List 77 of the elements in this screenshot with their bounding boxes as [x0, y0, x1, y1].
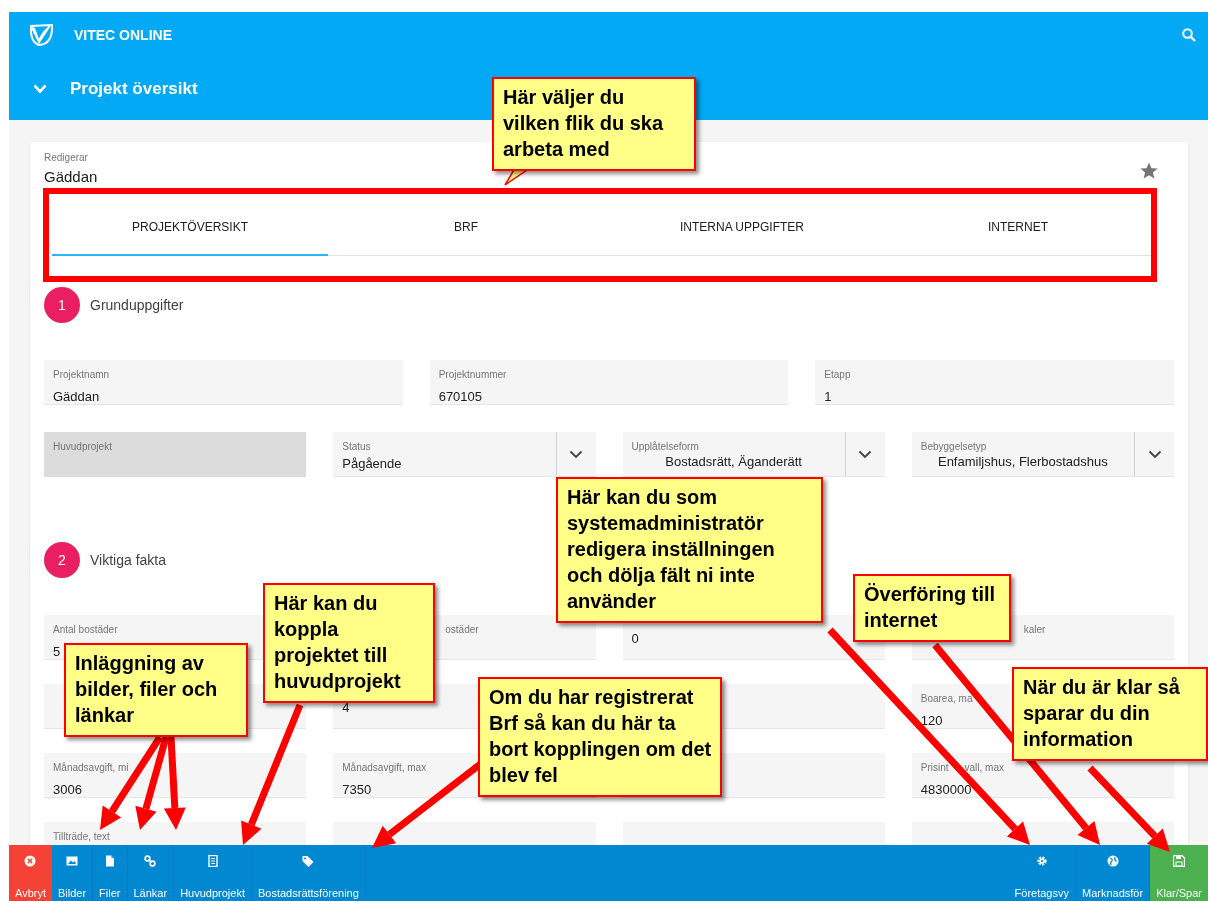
file-icon	[103, 855, 116, 867]
input-field[interactable]: Etapp 1	[815, 360, 1174, 405]
tag-icon	[302, 855, 315, 867]
field-value: Enfamiljshus, Flerbostadshus	[937, 454, 1108, 469]
field-value: Bostadsrätt, Äganderätt	[665, 454, 802, 469]
toolbar-button[interactable]: Avbryt	[9, 845, 52, 901]
field-value: Gäddan	[53, 389, 100, 404]
dropdown-field[interactable]: Bebyggelsetyp Enfamiljshus, Flerbostadshus	[911, 432, 1174, 477]
callout-tooltip: Här kan du som systemadministratör redigera inställningen och dölja fält ni inte använder	[556, 477, 823, 623]
field-value: 0	[631, 631, 639, 646]
field-value: Pågående	[342, 456, 402, 471]
field-label: Månadsavgift, mi	[53, 761, 129, 774]
field-label: Antal bostäder	[53, 623, 118, 636]
logo-icon	[27, 22, 55, 48]
tab[interactable]: BRF	[328, 199, 604, 256]
tab[interactable]: INTERNET	[880, 199, 1156, 256]
callout-tooltip: Här kan du koppla projektet till huvudprojekt	[263, 583, 435, 703]
callout-tooltip: När du är klar så sparar du din information	[1012, 667, 1208, 761]
dropdown-field[interactable]: Upplåtelseform Bostadsrätt, Äganderätt	[622, 432, 885, 477]
section-title: Grunduppgifter	[90, 297, 184, 313]
editing-label: Redigerar	[44, 152, 89, 163]
field-label: Status	[342, 440, 371, 453]
callout-tooltip: Inläggning av bilder, filer och länkar	[64, 643, 248, 737]
step-number: 1	[44, 287, 80, 323]
field-label: Prisint	[920, 761, 949, 774]
field-label: Tillträde, text	[53, 830, 110, 843]
settings-icon	[1035, 855, 1048, 867]
field-label: Etapp	[824, 368, 851, 381]
callout-tooltip: Här väljer du vilken flik du ska arbeta med	[492, 77, 696, 171]
chevron-down-icon	[33, 84, 47, 94]
field-label: Upplåtelseform	[631, 440, 699, 453]
field-value: 5	[53, 644, 61, 659]
globe-icon	[1106, 855, 1119, 867]
field-label: Boarea, ma	[920, 692, 973, 705]
field-label: ostäder	[445, 623, 479, 636]
field-label: Bebyggelsetyp	[920, 440, 987, 453]
link-icon	[144, 855, 157, 867]
field-value: 670105	[438, 389, 483, 404]
field-value: 4830000	[920, 782, 972, 797]
tab[interactable]: PROJEKTÖVERSIKT	[52, 199, 328, 256]
field-value: 120	[920, 713, 943, 728]
project-name: Gäddan	[44, 168, 98, 185]
image-icon	[66, 855, 79, 867]
callout-tooltip: Om du har registrerat Brf så kan du här ta bort kopplingen om det blev fel	[478, 677, 722, 797]
input-field[interactable]: Tillträde, text	[44, 822, 307, 845]
field-label: Månadsavgift, max	[342, 761, 427, 774]
callout-tooltip: Överföring till internet	[853, 574, 1011, 642]
toolbar-button[interactable]: Företagsvy	[1008, 845, 1076, 901]
field-value: 7350	[342, 782, 372, 797]
input-field[interactable]: Projektnummer 670105	[429, 360, 789, 405]
field-label: Huvudprojekt	[53, 440, 112, 453]
field-label: Projektnummer	[438, 368, 507, 381]
field-value: 4	[342, 700, 350, 715]
toolbar-button[interactable]: Länkar	[127, 845, 175, 901]
tab[interactable]: INTERNA UPPGIFTER	[604, 199, 880, 256]
chevron-down-icon	[569, 449, 583, 459]
field-label: Projektnamn	[53, 368, 110, 381]
page-title: Projekt översikt	[70, 79, 198, 99]
field-label: vall, max	[964, 761, 1004, 774]
step-number: 2	[44, 542, 80, 578]
chevron-down-icon	[1147, 449, 1162, 459]
section-title: Viktiga fakta	[90, 552, 166, 568]
field-label: kaler	[1023, 623, 1046, 636]
dropdown-field[interactable]: Status Pågående	[333, 432, 596, 477]
toolbar-button[interactable]: Huvudprojekt	[174, 845, 252, 901]
chevron-down-icon	[858, 449, 873, 459]
toolbar-button[interactable]: Bilder	[52, 845, 94, 901]
input-field[interactable]: Projektnamn Gäddan	[44, 360, 403, 405]
document-icon	[206, 855, 219, 867]
toolbar-button[interactable]: Bostadsrättsförening	[251, 845, 366, 901]
close-icon	[24, 855, 37, 867]
field-value: 3006	[53, 782, 82, 797]
star-icon	[1140, 162, 1158, 179]
search-icon	[1182, 28, 1196, 42]
toolbar-button[interactable]: Filer	[93, 845, 128, 901]
field-value: 1	[824, 389, 832, 404]
app-title: VITEC ONLINE	[74, 27, 172, 43]
